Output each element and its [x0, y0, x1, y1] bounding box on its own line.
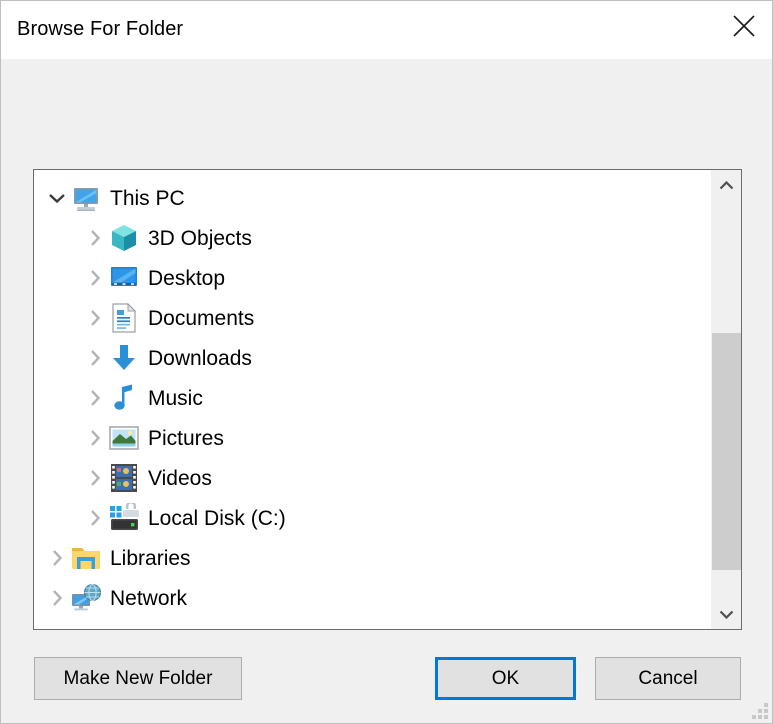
downloads-arrow-icon: [108, 342, 140, 374]
tree-item-this-pc[interactable]: This PC: [34, 178, 710, 218]
tree-item-label: Desktop: [148, 266, 226, 290]
tree-item-pictures[interactable]: Pictures: [34, 418, 710, 458]
chevron-down-icon[interactable]: [44, 178, 70, 218]
desktop-monitor-icon: [108, 262, 140, 294]
close-button[interactable]: [714, 1, 772, 51]
tree-item-music[interactable]: Music: [34, 378, 710, 418]
chevron-right-icon[interactable]: [82, 298, 108, 338]
pictures-photo-icon: [108, 422, 140, 454]
make-new-folder-button[interactable]: Make New Folder: [34, 657, 242, 700]
tree-item-label: This PC: [110, 186, 185, 210]
this-pc-monitor-icon: [70, 182, 102, 214]
tree-item-desktop[interactable]: Desktop: [34, 258, 710, 298]
chevron-right-icon[interactable]: [82, 498, 108, 538]
local-disk-drive-icon: [108, 502, 140, 534]
tree-item-label: Local Disk (C:): [148, 506, 286, 530]
folder-tree-list: This PC 3D Objects Desktop Documents Downloa…: [34, 170, 710, 629]
music-note-icon: [108, 382, 140, 414]
dialog-title: Browse For Folder: [17, 18, 184, 40]
tree-item-label: Pictures: [148, 426, 224, 450]
tree-vertical-scrollbar[interactable]: [710, 170, 741, 629]
chevron-right-icon[interactable]: [44, 538, 70, 578]
title-bar: Browse For Folder: [1, 1, 772, 59]
tree-item-label: Network: [110, 586, 188, 610]
tree-item-videos[interactable]: Videos: [34, 458, 710, 498]
chevron-right-icon[interactable]: [82, 258, 108, 298]
chevron-right-icon[interactable]: [44, 578, 70, 618]
tree-item-downloads[interactable]: Downloads: [34, 338, 710, 378]
tree-item-label: Documents: [148, 306, 255, 330]
chevron-right-icon[interactable]: [82, 218, 108, 258]
folder-tree-view[interactable]: This PC 3D Objects Desktop Documents Downloa…: [33, 169, 742, 630]
scrollbar-up-button[interactable]: [711, 170, 741, 201]
resize-grip[interactable]: [752, 703, 768, 719]
tree-item-network[interactable]: Network: [34, 578, 710, 618]
browse-for-folder-dialog: Browse For Folder This PC 3D Objects Deskt…: [0, 0, 773, 724]
tree-item-libraries[interactable]: Libraries: [34, 538, 710, 578]
documents-page-icon: [108, 302, 140, 334]
chevron-up-icon: [719, 180, 734, 191]
chevron-right-icon[interactable]: [82, 458, 108, 498]
3d-objects-cube-icon: [108, 222, 140, 254]
tree-item-label: Libraries: [110, 546, 191, 570]
libraries-folder-icon: [70, 542, 102, 574]
tree-item-local-disk-c[interactable]: Local Disk (C:): [34, 498, 710, 538]
chevron-right-icon[interactable]: [82, 338, 108, 378]
scrollbar-thumb[interactable]: [712, 333, 741, 570]
tree-item-label: Downloads: [148, 346, 252, 370]
videos-filmstrip-icon: [108, 462, 140, 494]
scrollbar-down-button[interactable]: [711, 598, 741, 629]
tree-item-label: Videos: [148, 466, 212, 490]
tree-item-label: 3D Objects: [148, 226, 252, 250]
cancel-button[interactable]: Cancel: [595, 657, 741, 700]
tree-item-documents[interactable]: Documents: [34, 298, 710, 338]
close-x-icon: [731, 13, 757, 39]
chevron-right-icon[interactable]: [82, 378, 108, 418]
tree-item-3d-objects[interactable]: 3D Objects: [34, 218, 710, 258]
chevron-right-icon[interactable]: [82, 418, 108, 458]
network-globe-icon: [70, 582, 102, 614]
chevron-down-icon: [719, 609, 734, 619]
tree-item-label: Music: [148, 386, 203, 410]
ok-button[interactable]: OK: [435, 657, 576, 700]
